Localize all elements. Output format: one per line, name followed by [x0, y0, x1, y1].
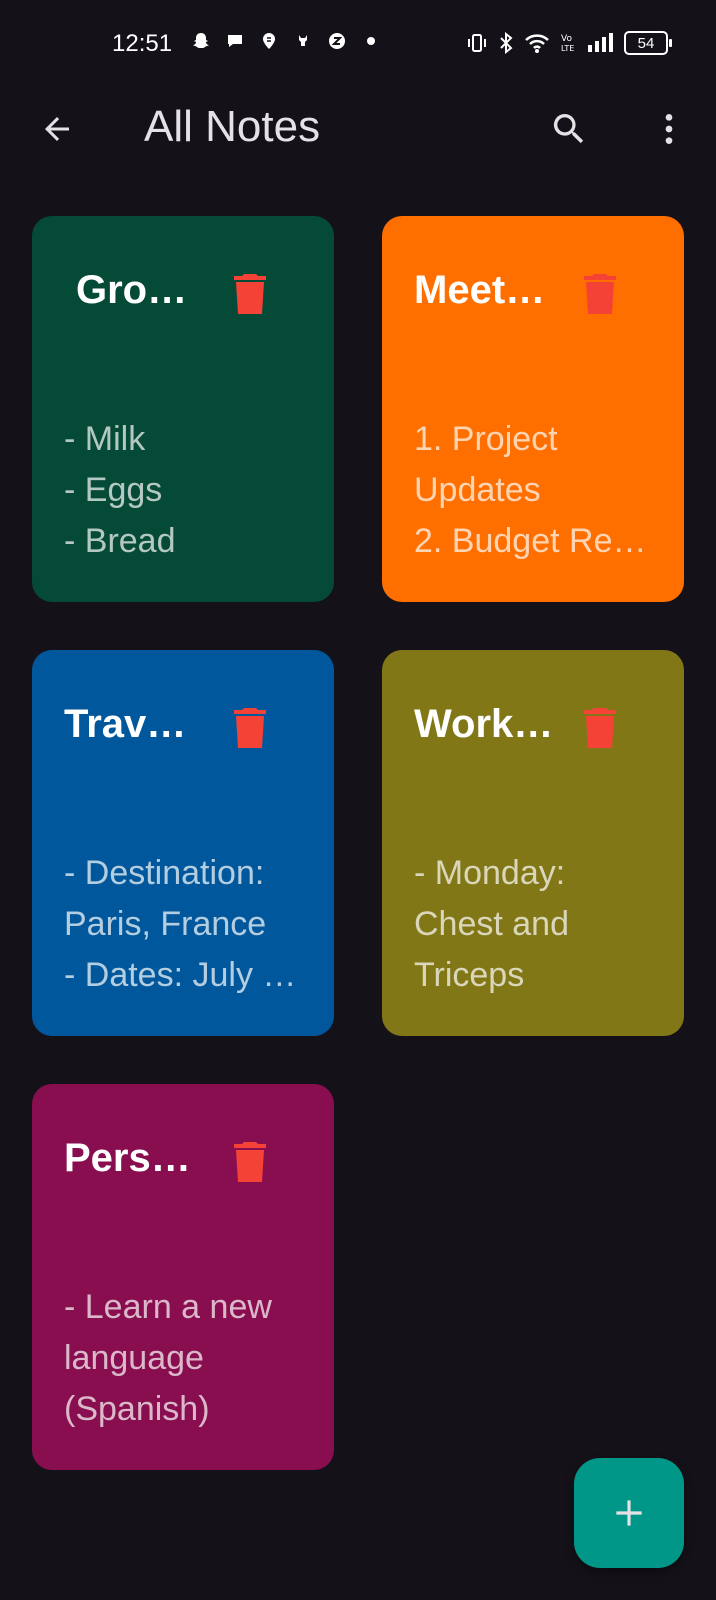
note-title: Pers…: [64, 1136, 191, 1180]
bluetooth-icon: [498, 30, 514, 56]
wifi-icon: [524, 30, 550, 56]
volte-icon: Vo LTE: [560, 30, 576, 56]
delete-note-button[interactable]: [582, 274, 618, 314]
svg-text:Vo: Vo: [561, 34, 572, 44]
note-line: - Bread: [64, 522, 176, 560]
add-icon: [616, 1500, 642, 1526]
snapchat-icon: [190, 30, 212, 52]
note-line: language: [64, 1339, 204, 1377]
note-line: Chest and: [414, 905, 569, 943]
note-line: - Learn a new: [64, 1288, 272, 1326]
battery-icon: 54: [624, 31, 672, 55]
swiggy-icon: [258, 30, 280, 52]
note-line: - Destination:: [64, 854, 265, 892]
more-vert-icon: [665, 114, 673, 144]
note-card[interactable]: Gro… - Milk - Eggs - Bread: [32, 216, 334, 602]
note-card[interactable]: Trav… - Destination: Paris, France - Dat…: [32, 650, 334, 1036]
note-line: Paris, France: [64, 905, 267, 943]
page-title: All Notes: [144, 102, 321, 151]
delete-icon: [234, 708, 266, 748]
more-options-button[interactable]: [648, 108, 690, 150]
note-line: - Monday:: [414, 854, 566, 892]
status-bar: 12:51 Vo LTE 54: [0, 0, 716, 92]
note-line: - Milk: [64, 420, 146, 458]
arrow-back-icon: [45, 117, 69, 141]
search-button[interactable]: [548, 108, 590, 150]
app-bar: All Notes: [0, 92, 716, 166]
note-title: Work…: [414, 702, 554, 746]
note-content: - Destination: Paris, France - Dates: Ju…: [64, 848, 314, 1001]
notification-icon: [292, 30, 314, 52]
delete-note-button[interactable]: [232, 1142, 268, 1182]
app-icon: [326, 30, 348, 52]
delete-icon: [584, 274, 616, 314]
note-content: - Milk - Eggs - Bread: [64, 414, 314, 567]
status-notification-icons: [190, 30, 382, 52]
note-line: (Spanish): [64, 1390, 210, 1428]
note-content: - Monday: Chest and Triceps: [414, 848, 664, 1001]
search-icon: [553, 114, 584, 144]
status-time: 12:51: [112, 30, 173, 57]
note-title: Meet…: [414, 268, 546, 312]
status-system-icons: Vo LTE 54: [466, 30, 672, 56]
signal-icon: [586, 30, 614, 56]
note-line: 1. Project: [414, 420, 558, 458]
note-content: - Learn a new language (Spanish): [64, 1282, 314, 1435]
delete-note-button[interactable]: [232, 274, 268, 314]
note-content: 1. Project Updates 2. Budget Re…: [414, 414, 664, 567]
note-line: Updates: [414, 471, 541, 509]
note-card[interactable]: Meet… 1. Project Updates 2. Budget Re…: [382, 216, 684, 602]
delete-icon: [234, 274, 266, 314]
delete-note-button[interactable]: [582, 708, 618, 748]
add-note-button[interactable]: [574, 1458, 684, 1568]
note-card[interactable]: Work… - Monday: Chest and Triceps: [382, 650, 684, 1036]
delete-icon: [584, 708, 616, 748]
note-line: - Dates: July …: [64, 956, 297, 994]
back-button[interactable]: [36, 108, 78, 150]
delete-note-button[interactable]: [232, 708, 268, 748]
note-line: 2. Budget Re…: [414, 522, 647, 560]
note-title: Trav…: [64, 702, 187, 746]
dot-icon: [360, 30, 382, 52]
note-line: Triceps: [414, 956, 525, 994]
delete-icon: [234, 1142, 266, 1182]
chat-bubble-icon: [224, 30, 246, 52]
svg-text:LTE: LTE: [561, 44, 574, 53]
note-title: Gro…: [76, 268, 188, 312]
note-card[interactable]: Pers… - Learn a new language (Spanish): [32, 1084, 334, 1470]
vibrate-icon: [466, 30, 488, 56]
note-line: - Eggs: [64, 471, 163, 509]
